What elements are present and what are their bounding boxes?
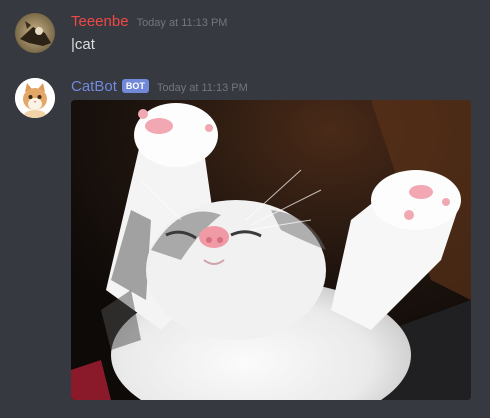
kitten-photo[interactable] bbox=[71, 100, 471, 400]
message-user: Teeenbe Today at 11:13 PM |cat bbox=[0, 0, 490, 70]
message-content: |cat bbox=[71, 36, 95, 53]
message-bot: CatBot BOT Today at 11:13 PM bbox=[0, 70, 490, 418]
username[interactable]: CatBot bbox=[71, 78, 117, 95]
bot-tag: BOT bbox=[121, 79, 149, 93]
chat-messages: Teeenbe Today at 11:13 PM |cat CatBot BO… bbox=[0, 0, 490, 418]
message-header: Teeenbe Today at 11:13 PM bbox=[71, 13, 227, 30]
user-avatar[interactable] bbox=[15, 13, 55, 53]
timestamp[interactable]: Today at 11:13 PM bbox=[137, 17, 228, 29]
timestamp[interactable]: Today at 11:13 PM bbox=[157, 82, 248, 94]
message-header: CatBot BOT Today at 11:13 PM bbox=[71, 78, 248, 95]
kitten-avatar[interactable] bbox=[15, 78, 55, 118]
username[interactable]: Teeenbe bbox=[71, 13, 129, 30]
